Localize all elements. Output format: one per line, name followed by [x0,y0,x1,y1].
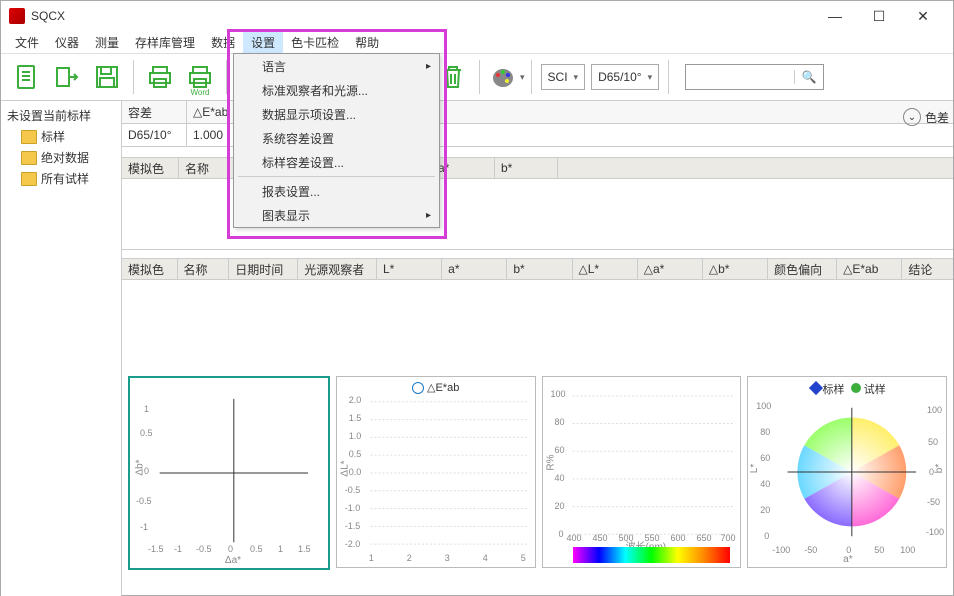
settings-dropdown: 语言▸ 标准观察者和光源... 数据显示项设置... 系统容差设置 标样容差设置… [233,53,440,228]
chart-ab-plane: Δb* Δa* 1 0.5 0 -0.5 -1 -1.5 -1 -0.5 0 0… [128,376,330,570]
folder-icon [21,172,37,186]
tree-root[interactable]: 未设置当前标样 [5,105,117,126]
tree-item-samples[interactable]: 所有试样 [5,168,117,189]
tree-item-standard[interactable]: 标样 [5,126,117,147]
chevron-down-icon: ⌄ [903,108,921,126]
illum-value: D65/10° [122,124,187,146]
folder-icon [21,151,37,165]
charts-row: Δb* Δa* 1 0.5 0 -0.5 -1 -1.5 -1 -0.5 0 0… [122,370,953,576]
menu-colorcard[interactable]: 色卡匹检 [283,32,347,53]
print-button[interactable] [142,58,178,96]
menu-report[interactable]: 报表设置... [234,179,439,203]
illuminant-value: D65/10° [598,70,642,84]
menu-chartdisp[interactable]: 图表显示▸ [234,203,439,227]
sidebar: 未设置当前标样 标样 绝对数据 所有试样 [1,101,122,596]
close-button[interactable]: ✕ [901,2,945,30]
search-box[interactable]: 🔍 [685,64,824,90]
maximize-button[interactable]: ☐ [857,2,901,30]
folder-icon [21,130,37,144]
chart-deab: △E*ab ΔL* 2.0 1.5 1.0 0.5 0.0 -0.5 -1.0 … [336,376,536,568]
tree-item-absolute[interactable]: 绝对数据 [5,147,117,168]
colordiff-toggle[interactable]: ⌄ 色差 [903,108,949,126]
search-input[interactable] [686,66,794,88]
window-title: SQCX [31,9,813,23]
save-button[interactable] [89,58,125,96]
menu-library[interactable]: 存样库管理 [127,32,203,53]
new-doc-button[interactable] [9,58,45,96]
toolbar: Word ▾ SCI▾ D65/10°▾ 🔍 [1,54,953,101]
spectrum-bar [573,547,731,563]
tolerance-label: 容差 [122,101,187,123]
submenu-arrow-icon: ▸ [426,61,431,72]
menu-measure[interactable]: 测量 [87,32,127,53]
menu-language[interactable]: 语言▸ [234,54,439,78]
minimize-button[interactable]: — [813,2,857,30]
chart-spectrum: R% 100 80 60 40 20 0 400 450 500 550 600… [542,376,742,568]
menu-data[interactable]: 数据 [203,32,243,53]
sci-combo[interactable]: SCI▾ [541,64,586,90]
menu-settings[interactable]: 设置 [243,32,283,53]
sample-grid-header: 模拟色 名称 日期时间 光源观察者 L* a* b* △L* △a* △b* 颜… [122,258,953,280]
word-button[interactable]: Word [182,58,218,96]
submenu-arrow-icon: ▸ [426,210,431,221]
app-icon [9,8,25,24]
menu-display[interactable]: 数据显示项设置... [234,102,439,126]
menu-stdtol[interactable]: 标样容差设置... [234,150,439,174]
menu-systol[interactable]: 系统容差设置 [234,126,439,150]
delete-button[interactable] [435,58,471,96]
illuminant-combo[interactable]: D65/10°▾ [591,64,659,90]
menu-help[interactable]: 帮助 [347,32,387,53]
menu-observer[interactable]: 标准观察者和光源... [234,78,439,102]
palette-button[interactable] [488,58,518,96]
search-icon[interactable]: 🔍 [794,70,823,84]
titlebar: SQCX — ☐ ✕ [1,1,953,31]
chart-color-space: 标样 试样 [747,376,947,568]
sci-value: SCI [548,70,568,84]
export-button[interactable] [49,58,85,96]
menubar: 文件 仪器 测量 存样库管理 数据 设置 色卡匹检 帮助 [1,31,953,54]
menu-file[interactable]: 文件 [7,32,47,53]
menu-instrument[interactable]: 仪器 [47,32,87,53]
